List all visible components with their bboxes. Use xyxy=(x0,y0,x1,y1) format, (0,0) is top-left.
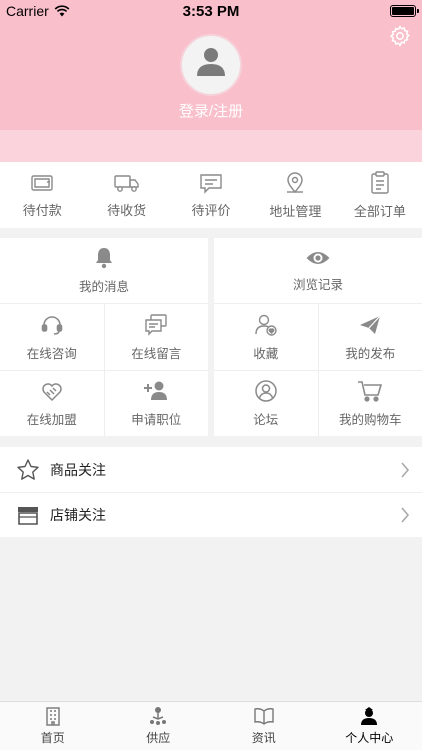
tab-news[interactable]: 资讯 xyxy=(211,702,317,750)
tab-personal-center[interactable]: 个人中心 xyxy=(317,702,422,750)
shopping-cart-label: 我的购物车 xyxy=(338,413,402,427)
online-franchise-label: 在线加盟 xyxy=(26,413,77,427)
supply-icon xyxy=(148,706,168,726)
my-posts-label: 我的发布 xyxy=(345,346,396,361)
follow-list: 商品关注 店铺关注 xyxy=(0,447,422,537)
favorites-button[interactable]: 收藏 xyxy=(214,304,318,370)
clipboard-icon xyxy=(369,170,391,195)
order-item-pending-review[interactable]: 待评价 xyxy=(169,162,253,228)
forum-button[interactable]: 论坛 xyxy=(214,371,318,436)
favorites-label: 收藏 xyxy=(253,346,279,361)
battery-icon xyxy=(390,5,419,17)
handshake-heart-icon xyxy=(40,379,64,403)
left-service-panel: 我的消息 在线咨询 在线留言 在线加盟 申请职位 xyxy=(0,238,208,436)
wifi-icon xyxy=(54,5,70,17)
chevron-right-icon xyxy=(400,506,410,524)
apply-position-label: 申请职位 xyxy=(131,413,182,427)
shopping-cart-button[interactable]: 我的购物车 xyxy=(317,371,422,436)
person-icon xyxy=(359,706,379,726)
online-consult-button[interactable]: 在线咨询 xyxy=(0,304,104,370)
my-messages-label: 我的消息 xyxy=(78,280,129,294)
location-pin-icon xyxy=(283,171,307,195)
user-favorite-icon xyxy=(254,313,278,337)
star-icon xyxy=(16,458,40,482)
truck-icon xyxy=(113,172,141,194)
order-shortcuts: 待付款 待收货 待评价 地址管理 全部订单 xyxy=(0,162,422,228)
eye-icon xyxy=(305,248,331,268)
add-user-icon xyxy=(143,379,169,403)
tab-label: 资讯 xyxy=(251,731,276,745)
headset-icon xyxy=(40,313,64,337)
paper-plane-icon xyxy=(358,313,382,337)
online-message-label: 在线留言 xyxy=(131,346,182,361)
profile-header-band xyxy=(0,130,422,162)
browse-history-label: 浏览记录 xyxy=(292,278,343,292)
cart-icon xyxy=(357,379,383,403)
my-posts-button[interactable]: 我的发布 xyxy=(317,304,422,370)
online-consult-label: 在线咨询 xyxy=(26,346,77,361)
carrier-label: Carrier xyxy=(6,3,49,19)
book-icon xyxy=(253,706,275,726)
avatar[interactable] xyxy=(180,34,242,96)
product-follow-row[interactable]: 商品关注 xyxy=(0,447,422,492)
bottom-tab-bar: 首页 供应 资讯 个人中心 xyxy=(0,701,422,750)
chevron-right-icon xyxy=(400,461,410,479)
order-item-label: 全部订单 xyxy=(353,203,406,219)
tab-label: 供应 xyxy=(146,731,171,745)
bell-icon xyxy=(93,246,115,270)
forum-label: 论坛 xyxy=(253,413,279,427)
browse-history-button[interactable]: 浏览记录 xyxy=(214,238,422,304)
tab-label: 首页 xyxy=(40,731,65,745)
my-messages-button[interactable]: 我的消息 xyxy=(0,238,208,304)
order-item-address[interactable]: 地址管理 xyxy=(253,162,337,228)
online-franchise-button[interactable]: 在线加盟 xyxy=(0,371,104,436)
building-icon xyxy=(43,706,63,726)
product-follow-label: 商品关注 xyxy=(50,461,106,478)
shop-follow-label: 店铺关注 xyxy=(50,507,106,523)
right-service-panel: 浏览记录 收藏 我的发布 论坛 我的购物车 xyxy=(214,238,422,436)
shop-icon xyxy=(16,503,40,527)
settings-gear-icon[interactable] xyxy=(388,24,412,48)
apply-position-button[interactable]: 申请职位 xyxy=(103,371,209,436)
user-silhouette-icon xyxy=(197,48,225,76)
order-item-label: 待评价 xyxy=(191,202,231,218)
order-item-pending-delivery[interactable]: 待收货 xyxy=(84,162,168,228)
order-item-label: 待付款 xyxy=(22,202,62,218)
login-register-link[interactable]: 登录/注册 xyxy=(0,100,422,121)
status-bar: Carrier 3:53 PM xyxy=(0,0,422,22)
tab-supply[interactable]: 供应 xyxy=(106,702,212,750)
shop-follow-row[interactable]: 店铺关注 xyxy=(0,492,422,537)
tab-home[interactable]: 首页 xyxy=(0,702,106,750)
comment-icon xyxy=(199,172,223,194)
wallet-icon xyxy=(30,172,54,194)
order-item-pending-payment[interactable]: 待付款 xyxy=(0,162,84,228)
online-message-button[interactable]: 在线留言 xyxy=(103,304,209,370)
message-board-icon xyxy=(144,313,168,337)
order-item-all-orders[interactable]: 全部订单 xyxy=(338,162,422,228)
forum-user-icon xyxy=(254,379,278,403)
order-item-label: 地址管理 xyxy=(269,203,322,219)
order-item-label: 待收货 xyxy=(107,202,147,218)
tab-label: 个人中心 xyxy=(345,731,394,745)
